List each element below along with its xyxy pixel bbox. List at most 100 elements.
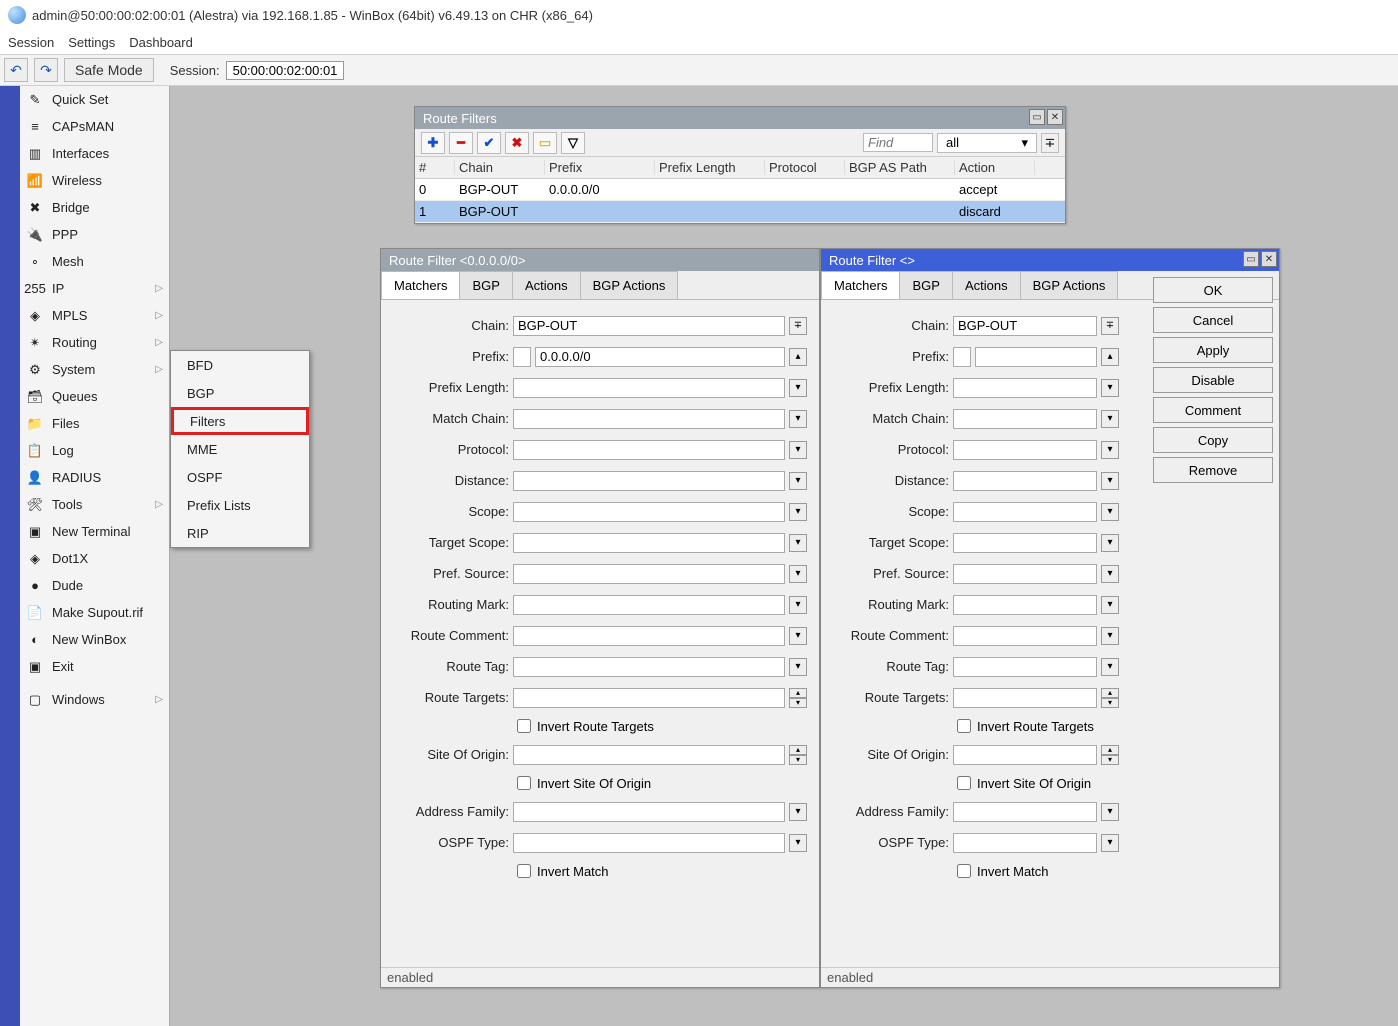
find-input[interactable] bbox=[863, 133, 933, 152]
field-arrow[interactable]: ▾ bbox=[1101, 534, 1119, 552]
field-arrow[interactable]: ▾ bbox=[789, 379, 807, 397]
field-arrow[interactable]: ▾ bbox=[1101, 596, 1119, 614]
sidebar-item-windows[interactable]: ▢Windows▷ bbox=[20, 686, 169, 713]
field-arrow[interactable]: ▾ bbox=[1101, 803, 1119, 821]
field-input[interactable] bbox=[953, 657, 1097, 677]
ok-button[interactable]: OK bbox=[1153, 277, 1273, 303]
apply-button[interactable]: Apply bbox=[1153, 337, 1273, 363]
field-arrow[interactable]: ∓ bbox=[1101, 317, 1119, 335]
field-arrow[interactable]: ▾ bbox=[1101, 379, 1119, 397]
field-input[interactable] bbox=[513, 378, 785, 398]
invert-match-checkbox[interactable] bbox=[957, 864, 971, 878]
field-arrow[interactable]: ▾ bbox=[1101, 627, 1119, 645]
tab-bgp[interactable]: BGP bbox=[459, 271, 512, 299]
field-input[interactable] bbox=[953, 471, 1097, 491]
field-input[interactable] bbox=[513, 688, 785, 708]
field-arrow[interactable]: ▾ bbox=[789, 627, 807, 645]
sidebar-item-files[interactable]: 📁Files bbox=[20, 410, 169, 437]
sidebar-item-mesh[interactable]: ∘Mesh bbox=[20, 248, 169, 275]
col-header[interactable]: BGP AS Path bbox=[845, 160, 955, 175]
disable-button[interactable]: ✖ bbox=[505, 132, 529, 154]
field-arrow[interactable]: ▴▾ bbox=[789, 688, 811, 708]
sidebar-item-capsman[interactable]: ≡CAPsMAN bbox=[20, 113, 169, 140]
submenu-item-filters[interactable]: Filters bbox=[171, 407, 309, 435]
tab-bgp[interactable]: BGP bbox=[899, 271, 952, 299]
prefix-input[interactable] bbox=[975, 347, 1097, 367]
field-input[interactable] bbox=[953, 626, 1097, 646]
sidebar-item-wireless[interactable]: 📶Wireless bbox=[20, 167, 169, 194]
invert-site-origin-checkbox[interactable] bbox=[517, 776, 531, 790]
field-input[interactable] bbox=[513, 745, 785, 765]
sidebar-item-queues[interactable]: 🗃Queues bbox=[20, 383, 169, 410]
invert-site-origin-checkbox[interactable] bbox=[957, 776, 971, 790]
field-input[interactable] bbox=[513, 316, 785, 336]
field-arrow[interactable]: ▾ bbox=[789, 596, 807, 614]
prefix-input[interactable] bbox=[535, 347, 785, 367]
filter-icon[interactable]: ▽ bbox=[561, 132, 585, 154]
field-arrow[interactable]: ▴▾ bbox=[1101, 745, 1123, 765]
sidebar-item-new-winbox[interactable]: ◐New WinBox bbox=[20, 626, 169, 653]
field-arrow[interactable]: ▾ bbox=[789, 472, 807, 490]
field-arrow[interactable]: ▾ bbox=[1101, 658, 1119, 676]
table-row[interactable]: 1BGP-OUTdiscard bbox=[415, 201, 1065, 223]
field-arrow[interactable]: ▾ bbox=[789, 565, 807, 583]
window-min-icon[interactable]: ▭ bbox=[1243, 251, 1259, 267]
table-row[interactable]: 0BGP-OUT0.0.0.0/0accept bbox=[415, 179, 1065, 201]
enable-button[interactable]: ✔ bbox=[477, 132, 501, 154]
comment-button[interactable]: Comment bbox=[1153, 397, 1273, 423]
window-close-icon[interactable]: ✕ bbox=[1047, 109, 1063, 125]
prefix-toggle[interactable] bbox=[513, 347, 531, 367]
field-input[interactable] bbox=[513, 533, 785, 553]
field-input[interactable] bbox=[953, 564, 1097, 584]
window-close-icon[interactable]: ✕ bbox=[1261, 251, 1277, 267]
remove-button[interactable]: Remove bbox=[1153, 457, 1273, 483]
undo-button[interactable]: ↶ bbox=[4, 58, 28, 82]
field-input[interactable] bbox=[513, 440, 785, 460]
route-filters-title[interactable]: Route Filters ▭ ✕ bbox=[415, 107, 1065, 129]
field-input[interactable] bbox=[953, 533, 1097, 553]
field-arrow[interactable]: ▾ bbox=[789, 834, 807, 852]
field-input[interactable] bbox=[513, 626, 785, 646]
tab-matchers[interactable]: Matchers bbox=[821, 271, 900, 299]
field-arrow[interactable]: ▴ bbox=[789, 348, 807, 366]
submenu-item-prefix-lists[interactable]: Prefix Lists bbox=[171, 491, 309, 519]
prefix-toggle[interactable] bbox=[953, 347, 971, 367]
submenu-item-ospf[interactable]: OSPF bbox=[171, 463, 309, 491]
invert-match-checkbox[interactable] bbox=[517, 864, 531, 878]
field-input[interactable] bbox=[513, 802, 785, 822]
sidebar-item-system[interactable]: ⚙System▷ bbox=[20, 356, 169, 383]
field-arrow[interactable]: ▾ bbox=[789, 441, 807, 459]
add-button[interactable]: ✚ bbox=[421, 132, 445, 154]
sidebar-item-interfaces[interactable]: ▥Interfaces bbox=[20, 140, 169, 167]
field-input[interactable] bbox=[513, 409, 785, 429]
cancel-button[interactable]: Cancel bbox=[1153, 307, 1273, 333]
submenu-item-rip[interactable]: RIP bbox=[171, 519, 309, 547]
field-input[interactable] bbox=[513, 595, 785, 615]
sidebar-item-exit[interactable]: ▣Exit bbox=[20, 653, 169, 680]
menu-dashboard[interactable]: Dashboard bbox=[129, 35, 193, 50]
field-input[interactable] bbox=[953, 595, 1097, 615]
field-arrow[interactable]: ▴▾ bbox=[1101, 688, 1123, 708]
field-input[interactable] bbox=[513, 471, 785, 491]
field-input[interactable] bbox=[513, 833, 785, 853]
field-input[interactable] bbox=[953, 502, 1097, 522]
comment-button[interactable]: ▭ bbox=[533, 132, 557, 154]
field-input[interactable] bbox=[953, 802, 1097, 822]
col-header[interactable]: # bbox=[415, 160, 455, 175]
sidebar-item-log[interactable]: 📋Log bbox=[20, 437, 169, 464]
menu-settings[interactable]: Settings bbox=[68, 35, 115, 50]
edit2-title[interactable]: Route Filter <> ▭ ✕ bbox=[821, 249, 1279, 271]
field-arrow[interactable]: ▾ bbox=[1101, 565, 1119, 583]
field-input[interactable] bbox=[953, 440, 1097, 460]
invert-route-targets-checkbox[interactable] bbox=[957, 719, 971, 733]
field-arrow[interactable]: ▾ bbox=[1101, 834, 1119, 852]
tab-matchers[interactable]: Matchers bbox=[381, 271, 460, 299]
field-arrow[interactable]: ▾ bbox=[1101, 410, 1119, 428]
tab-actions[interactable]: Actions bbox=[512, 271, 581, 299]
edit1-title[interactable]: Route Filter <0.0.0.0/0> bbox=[381, 249, 819, 271]
field-input[interactable] bbox=[953, 688, 1097, 708]
field-arrow[interactable]: ▾ bbox=[1101, 441, 1119, 459]
disable-button[interactable]: Disable bbox=[1153, 367, 1273, 393]
safe-mode-button[interactable]: Safe Mode bbox=[64, 58, 154, 82]
col-header[interactable]: Prefix Length bbox=[655, 160, 765, 175]
